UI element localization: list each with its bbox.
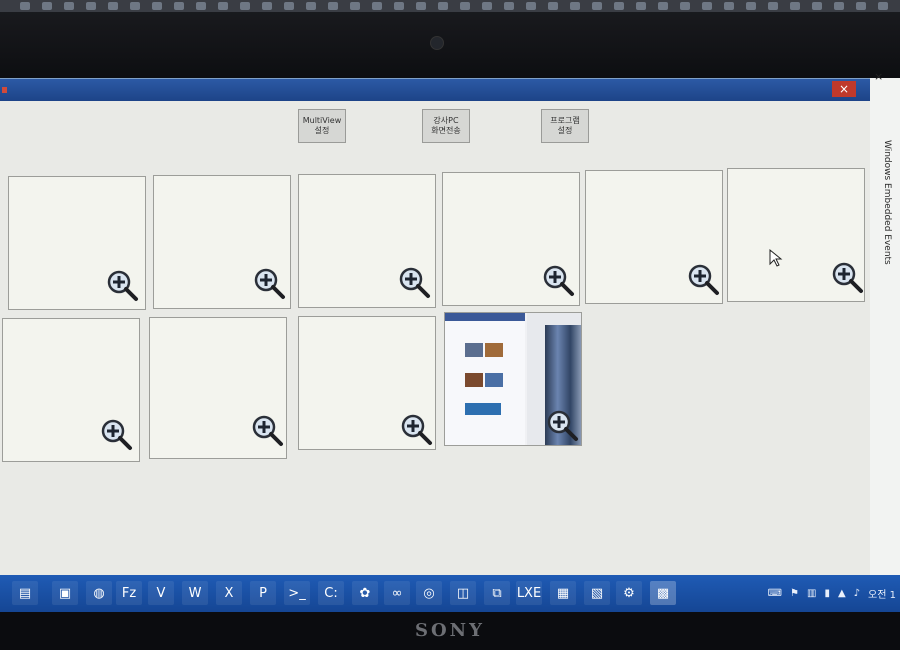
flag-icon[interactable]: ⚑	[790, 588, 799, 599]
word-icon[interactable]: W	[182, 581, 208, 605]
student-screen-tile[interactable]	[149, 317, 287, 459]
settings-icon[interactable]: ⚙	[616, 581, 642, 605]
top-app-strip	[0, 0, 900, 12]
monitor-icon[interactable]: ▣	[52, 581, 78, 605]
paint-icon[interactable]: ✿	[352, 581, 378, 605]
close-button[interactable]: ×	[832, 81, 856, 97]
battery-icon[interactable]: ▮	[824, 588, 830, 599]
excel-icon[interactable]: X	[216, 581, 242, 605]
clock[interactable]: 오전 1	[868, 586, 896, 601]
system-menu-icon[interactable]	[2, 87, 7, 93]
multiview-icon[interactable]: ▩	[650, 581, 676, 605]
student-screen-tile[interactable]	[298, 174, 436, 308]
student-screen-tile[interactable]	[727, 168, 865, 302]
screen-preview-thumbnail	[445, 313, 581, 445]
monitor-brand-logo: SONY	[415, 620, 485, 641]
visio-icon[interactable]: V	[148, 581, 174, 605]
student-screen-tile[interactable]	[2, 318, 140, 462]
network-tray-icon[interactable]: ▥	[807, 588, 816, 599]
visual-studio-icon[interactable]: ∞	[384, 581, 410, 605]
keyboard-icon[interactable]: ⌨	[768, 588, 782, 599]
send-teacher-screen-button[interactable]: 강사PC 화면전송	[422, 109, 470, 143]
filezilla-icon[interactable]: Fz	[116, 581, 142, 605]
student-screen-tile[interactable]	[442, 172, 580, 306]
system-tray: ⌨ ⚑ ▥ ▮ ▲ ♪ 오전 1	[768, 581, 896, 605]
signal-icon[interactable]: ▲	[838, 588, 846, 599]
console-icon[interactable]: C:	[318, 581, 344, 605]
sticky-icon[interactable]: ▦	[550, 581, 576, 605]
multiview-window: × MultiView 설정 강사PC 화면전송 프로그램 설정	[0, 78, 870, 576]
volume-icon[interactable]: ♪	[854, 588, 860, 599]
viewer-icon[interactable]: ◫	[450, 581, 476, 605]
taskbar: ▤ ▣ ◍ Fz V W X P >_ C: ✿ ∞ ◎ ◫ ⧉ LXE ▦ ▧ ⚙ ▩ ⌨ ⚑ ▥ ▮ ▲ ♪ 오전…	[0, 575, 900, 612]
multiview-settings-button[interactable]: MultiView 설정	[298, 109, 346, 143]
app-icon[interactable]: LXE	[516, 581, 542, 605]
folder-icon[interactable]: ▤	[12, 581, 38, 605]
student-screen-tile[interactable]	[153, 175, 291, 309]
student-screen-tile[interactable]	[8, 176, 146, 310]
side-panel-close-icon[interactable]: ×	[874, 70, 883, 83]
program-settings-button[interactable]: 프로그램 설정	[541, 109, 589, 143]
webcam-icon	[430, 36, 444, 50]
terminal-icon[interactable]: >_	[284, 581, 310, 605]
remote-desktop-icon[interactable]: ◎	[416, 581, 442, 605]
student-screen-tile[interactable]	[298, 316, 436, 450]
student-screen-tile[interactable]	[585, 170, 723, 304]
student-screen-tile-active[interactable]	[444, 312, 582, 446]
network-icon[interactable]: ⧉	[484, 581, 510, 605]
window-titlebar: ×	[0, 79, 870, 101]
monitor-bezel-top	[0, 0, 900, 78]
explorer-icon[interactable]: ▧	[584, 581, 610, 605]
side-panel-label: Windows Embedded Events	[882, 140, 892, 265]
chrome-icon[interactable]: ◍	[86, 581, 112, 605]
powerpoint-icon[interactable]: P	[250, 581, 276, 605]
